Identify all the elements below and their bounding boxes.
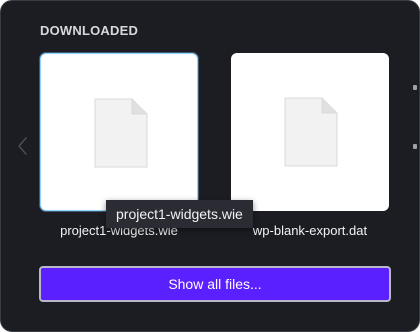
- file-card[interactable]: [40, 53, 198, 211]
- file-icon: [94, 98, 148, 168]
- file-name-tooltip: project1-widgets.wie: [106, 200, 253, 228]
- show-all-files-button[interactable]: Show all files...: [39, 266, 391, 302]
- file-card[interactable]: [231, 53, 389, 211]
- downloads-panel: DOWNLOADED project1-widgets.wie wp-blank…: [0, 0, 420, 332]
- next-card-edge: [413, 85, 417, 90]
- file-icon: [284, 97, 338, 167]
- next-card-edge: [413, 144, 417, 149]
- section-title: DOWNLOADED: [40, 23, 139, 38]
- chevron-left-icon[interactable]: [15, 134, 31, 158]
